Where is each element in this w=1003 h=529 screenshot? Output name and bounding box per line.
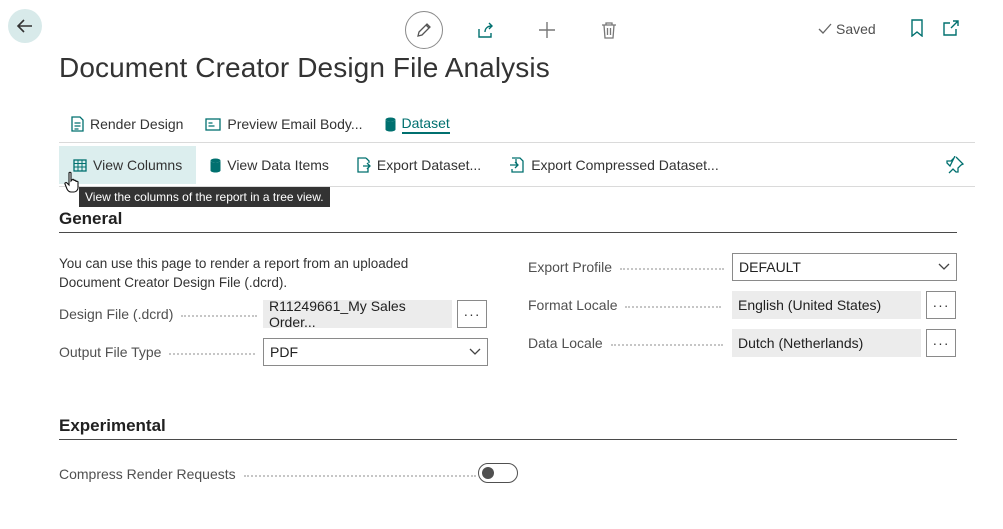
share-icon (478, 22, 493, 38)
data-locale-field[interactable]: Dutch (Netherlands) (732, 329, 921, 357)
view-columns-label: View Columns (93, 157, 183, 173)
chevron-down-icon (469, 348, 481, 355)
bookmark-icon[interactable] (910, 19, 924, 37)
design-file-label-row: Design File (.dcrd) (59, 306, 258, 322)
format-locale-value: English (United States) (738, 297, 882, 313)
data-locale-label-row: Data Locale (528, 335, 723, 351)
toggle-knob (482, 467, 494, 479)
preview-email-body-label: Preview Email Body... (227, 116, 363, 132)
checkmark-icon (818, 23, 832, 34)
export-compressed-dataset-button[interactable]: Export Compressed Dataset... (495, 146, 733, 184)
output-file-type-select[interactable]: PDF (263, 338, 488, 366)
compress-render-requests-label: Compress Render Requests (59, 466, 236, 482)
ellipsis-icon: ··· (932, 335, 950, 351)
pin-icon (946, 155, 965, 174)
render-design-icon (71, 116, 84, 132)
data-locale-label: Data Locale (528, 335, 603, 351)
open-in-new-window-icon[interactable] (942, 19, 960, 37)
saved-status: Saved (818, 21, 876, 37)
dataset-icon (385, 117, 396, 131)
design-file-value: R11249661_My Sales Order... (269, 298, 406, 330)
experimental-section-rule (59, 439, 957, 440)
design-file-lookup-button[interactable]: ··· (457, 300, 487, 328)
format-locale-label-row: Format Locale (528, 297, 722, 313)
preview-email-body-button[interactable]: Preview Email Body... (194, 116, 373, 132)
header-right-actions (910, 19, 960, 37)
chevron-down-icon (938, 263, 950, 270)
output-file-type-label-row: Output File Type (59, 344, 256, 360)
render-design-label: Render Design (90, 116, 184, 132)
view-data-items-icon (210, 158, 221, 172)
ellipsis-icon: ··· (932, 297, 950, 313)
export-profile-value: DEFAULT (739, 259, 801, 275)
view-data-items-button[interactable]: View Data Items (196, 146, 343, 184)
experimental-section-title: Experimental (59, 416, 166, 435)
general-section-title: General (59, 209, 123, 228)
dataset-label: Dataset (401, 115, 450, 134)
tooltip: View the columns of the report in a tree… (79, 187, 330, 207)
page-action-bar (405, 11, 621, 49)
output-file-type-label: Output File Type (59, 344, 162, 360)
pin-action-bar-button[interactable] (946, 155, 965, 179)
design-file-field[interactable]: R11249661_My Sales Order... (263, 298, 452, 330)
trash-icon (602, 22, 616, 39)
back-button[interactable] (8, 9, 42, 43)
general-description: You can use this page to render a report… (59, 256, 409, 290)
action-bar-divider (59, 142, 975, 143)
secondary-action-bar: View Columns View Data Items Export Data… (59, 146, 733, 184)
edit-button[interactable] (405, 11, 443, 49)
general-section-rule (59, 232, 957, 233)
export-profile-select[interactable]: DEFAULT (732, 253, 957, 281)
hand-cursor-icon (64, 171, 79, 193)
saved-label: Saved (836, 21, 876, 37)
ellipsis-icon: ··· (463, 306, 481, 322)
data-locale-value: Dutch (Netherlands) (738, 335, 864, 351)
design-file-label: Design File (.dcrd) (59, 306, 174, 322)
new-button[interactable] (535, 18, 559, 42)
export-profile-label-row: Export Profile (528, 259, 725, 275)
arrow-left-icon (16, 19, 32, 33)
pencil-icon (417, 23, 431, 37)
export-dataset-label: Export Dataset... (376, 157, 482, 173)
plus-icon (539, 22, 555, 38)
export-dataset-button[interactable]: Export Dataset... (343, 146, 495, 184)
export-profile-label: Export Profile (528, 259, 613, 275)
compress-render-requests-toggle[interactable] (478, 463, 518, 483)
delete-button[interactable] (597, 18, 621, 42)
export-dataset-icon (357, 157, 371, 173)
format-locale-lookup-button[interactable]: ··· (926, 291, 956, 319)
format-locale-label: Format Locale (528, 297, 618, 313)
compress-render-requests-label-row: Compress Render Requests (59, 466, 476, 482)
export-compressed-icon (510, 157, 524, 173)
primary-action-bar: Render Design Preview Email Body... Data… (59, 112, 461, 136)
share-button[interactable] (473, 18, 497, 42)
mouse-pointer (64, 171, 80, 198)
format-locale-field[interactable]: English (United States) (732, 291, 921, 319)
data-locale-lookup-button[interactable]: ··· (926, 329, 956, 357)
view-columns-icon (73, 158, 87, 172)
output-file-type-value: PDF (270, 344, 298, 360)
export-compressed-dataset-label: Export Compressed Dataset... (531, 157, 719, 173)
preview-email-icon (205, 117, 222, 131)
dataset-tab[interactable]: Dataset (374, 115, 461, 134)
view-data-items-label: View Data Items (227, 157, 329, 173)
page-title: Document Creator Design File Analysis (59, 52, 550, 83)
render-design-button[interactable]: Render Design (59, 116, 194, 132)
